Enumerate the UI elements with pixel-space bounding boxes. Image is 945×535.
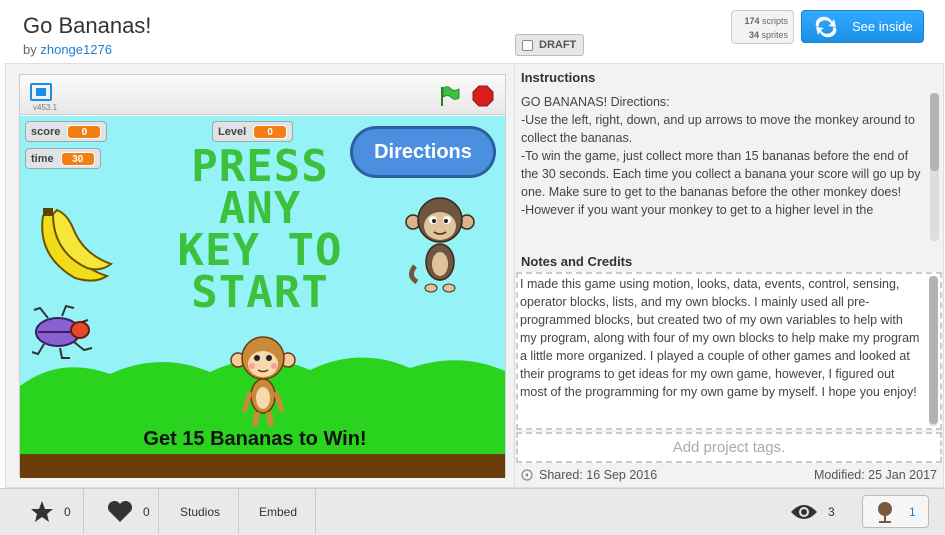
sprites-count: 34 (748, 30, 759, 40)
notes-scrollbar[interactable] (929, 276, 938, 426)
rival-monkey-sprite (405, 197, 475, 293)
player-monkey-sprite (230, 336, 296, 427)
level-monitor: Level 0 (212, 121, 294, 142)
embed-button[interactable]: Embed (247, 489, 316, 534)
remix-count: 1 (909, 504, 916, 519)
level-value: 0 (253, 124, 288, 139)
project-tags-input[interactable]: Add project tags. (516, 432, 942, 463)
score-label: score (31, 125, 61, 138)
instructions-box[interactable]: GO BANANAS! Directions: -Use the left, r… (515, 91, 943, 243)
stop-sign-icon[interactable] (472, 85, 494, 107)
favorite-count: 0 (64, 504, 71, 519)
see-inside-button[interactable]: See inside (801, 10, 924, 43)
eye-icon (791, 504, 817, 519)
press-line-3: KEY TO (177, 225, 343, 276)
notes-text: I made this game using motion, looks, da… (520, 277, 920, 399)
player-version: v453.1 (33, 103, 58, 112)
press-any-key-text: PRESS ANY KEY TO START (170, 141, 350, 318)
game-stage[interactable]: score 0 time 30 Level 0 Directions PRESS… (20, 116, 505, 478)
draft-checkbox[interactable] (522, 39, 533, 51)
green-flag-icon[interactable] (438, 85, 460, 107)
beetle-sprite (31, 304, 93, 359)
press-line-2: ANY (218, 183, 302, 234)
scripts-label: scripts (761, 16, 788, 26)
view-count: 3 (790, 489, 835, 534)
views-count: 3 (828, 504, 835, 519)
instructions-heading: Instructions (521, 70, 596, 85)
byline: by zhonge1276 (23, 42, 112, 57)
time-value: 30 (60, 151, 95, 166)
directions-label: Directions (353, 129, 493, 175)
project-action-bar: 0 0 Studios Embed 3 1 (0, 488, 945, 535)
instructions-text: GO BANANAS! Directions: -Use the left, r… (521, 95, 921, 217)
studios-button[interactable]: Studios (168, 489, 239, 534)
instructions-scroll-thumb[interactable] (930, 93, 939, 171)
draft-label: DRAFT (539, 39, 577, 51)
project-panel: v453.1 score 0 time 30 Level 0 Direction… (5, 63, 944, 489)
press-line-1: PRESS (191, 141, 329, 192)
fullscreen-icon[interactable] (30, 83, 52, 101)
notes-heading: Notes and Credits (521, 254, 633, 269)
project-stats: 174 scripts 34 sprites (731, 10, 794, 44)
share-icon (521, 469, 533, 481)
project-title: Go Bananas! (23, 13, 152, 38)
project-info-column: Instructions GO BANANAS! Directions: -Us… (515, 64, 943, 487)
banana-sprite (41, 208, 114, 282)
notes-scroll-thumb[interactable] (929, 276, 938, 424)
draft-badge[interactable]: DRAFT (515, 34, 584, 56)
byline-prefix: by (23, 42, 37, 57)
directions-button[interactable]: Directions (350, 126, 496, 178)
press-line-4: START (191, 267, 329, 318)
time-label: time (31, 152, 54, 165)
win-instruction-text: Get 15 Bananas to Win! (143, 428, 367, 450)
love-button[interactable]: 0 (95, 489, 159, 534)
remix-arrows-icon (815, 16, 837, 37)
player-toolbar: v453.1 (20, 75, 505, 115)
favorite-button[interactable]: 0 (18, 489, 84, 534)
scripts-count: 174 (744, 16, 760, 26)
shared-label: Shared: 16 Sep 2016 (539, 468, 658, 482)
shared-date: Shared: 16 Sep 2016 (521, 468, 657, 482)
love-count: 0 (143, 504, 150, 519)
author-link[interactable]: zhonge1276 (40, 42, 112, 57)
score-value: 0 (67, 124, 102, 139)
heart-icon (107, 500, 133, 522)
time-monitor: time 30 (25, 148, 101, 169)
modified-date: Modified: 25 Jan 2017 (813, 468, 937, 482)
instructions-scrollbar[interactable] (930, 93, 939, 241)
project-player: v453.1 score 0 time 30 Level 0 Direction… (19, 74, 506, 478)
star-icon (31, 500, 53, 522)
sprites-label: sprites (761, 30, 788, 40)
remix-tree-button[interactable]: 1 (862, 495, 929, 528)
studios-label: Studios (180, 504, 221, 519)
notes-box[interactable]: I made this game using motion, looks, da… (516, 272, 942, 430)
level-label: Level (218, 125, 247, 138)
embed-label: Embed (259, 504, 298, 519)
remix-tree-icon (878, 501, 892, 523)
see-inside-label: See inside (852, 19, 913, 34)
score-monitor: score 0 (25, 121, 108, 142)
ground-strip (20, 454, 505, 478)
